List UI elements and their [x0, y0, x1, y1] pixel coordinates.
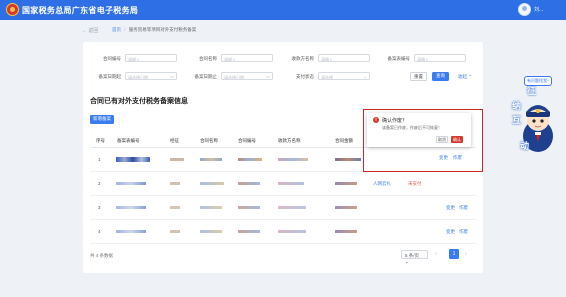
- row-source: 人网云扎: [373, 181, 391, 186]
- redacted-payee: [278, 230, 306, 233]
- popover-title: 确认作废？: [382, 118, 408, 124]
- reset-button[interactable]: 重置: [410, 72, 427, 81]
- col-contract-amount: 合同金额: [335, 138, 353, 143]
- redacted-levy: [170, 206, 180, 209]
- tax-emblem-icon: [6, 3, 19, 16]
- redacted-record-no: [116, 230, 146, 233]
- query-button[interactable]: 查询: [432, 72, 449, 81]
- redacted-record-no: [116, 182, 146, 185]
- filter-label-date-start: 备案日期起: [98, 74, 122, 79]
- section-title: 合同已有对外支付税务备案信息: [90, 98, 188, 105]
- redacted-contract-no: [238, 206, 260, 209]
- filter-label-contract-name: 合同名称: [199, 56, 217, 61]
- table-row: 2 人网云扎 未支付: [90, 172, 476, 196]
- calendar-icon: ▭: [266, 74, 270, 79]
- add-record-button[interactable]: 新增备案: [90, 115, 114, 124]
- mascot-icon[interactable]: [502, 86, 560, 160]
- prev-page-icon[interactable]: ‹: [435, 251, 437, 257]
- col-payee-name: 收款方名称: [278, 138, 301, 143]
- redacted-payee: [278, 158, 308, 161]
- total-count: 共 4 条数据: [90, 253, 114, 258]
- mascot-char: 纳: [512, 101, 522, 111]
- date-start-picker[interactable]: 请选择日期 ▭: [125, 72, 177, 80]
- app-title: 国家税务总局广东省电子税务局: [22, 6, 139, 15]
- col-contract-name: 合同名称: [200, 138, 218, 143]
- redacted-contract-no: [238, 182, 260, 185]
- void-confirm-popover: ! 确认作废？ 该备案已作废，作废后不可恢复！ 取消 确认: [367, 113, 471, 147]
- redacted-amount: [335, 182, 357, 185]
- redacted-contract-no: [238, 158, 262, 161]
- filter-label-pay-status: 支付状态: [296, 74, 314, 79]
- redacted-amount: [335, 206, 357, 209]
- mascot-char: 互: [512, 115, 522, 125]
- row-index: 2: [98, 181, 101, 186]
- page-size-select[interactable]: 5 条/页 ⌄: [401, 250, 428, 264]
- change-link[interactable]: 变更: [446, 205, 455, 211]
- col-contract-no: 合同编号: [238, 138, 256, 143]
- redacted-payee: [278, 182, 304, 185]
- void-link[interactable]: 作废: [459, 229, 468, 235]
- date-end-placeholder: 请选择日期: [224, 74, 244, 80]
- redacted-record-no: [116, 157, 150, 162]
- date-start-placeholder: 请选择日期: [128, 74, 148, 80]
- popover-confirm-button[interactable]: 确认: [451, 136, 463, 143]
- next-page-icon[interactable]: ›: [465, 251, 467, 257]
- redacted-levy: [170, 230, 180, 233]
- mascot-char: 动: [520, 141, 530, 151]
- filter-label-record-no: 备案表编号: [387, 56, 411, 61]
- redacted-amount: [335, 230, 357, 233]
- col-index: 序号: [96, 138, 105, 143]
- redacted-contract-name: [200, 206, 222, 209]
- breadcrumb-separator: /: [124, 27, 126, 32]
- chevron-down-icon: ⌄: [363, 74, 367, 79]
- breadcrumb-home[interactable]: 首页: [112, 27, 121, 32]
- pay-status-select[interactable]: 请选择 ⌄: [318, 72, 370, 80]
- mascot-char: 征: [527, 86, 537, 96]
- breadcrumb: 首页 / 服务贸易等项目对外支付税务备案: [112, 27, 196, 33]
- warning-icon: !: [373, 117, 379, 123]
- redacted-contract-name: [200, 230, 222, 233]
- change-link[interactable]: 变更: [446, 229, 455, 235]
- row-index: 4: [98, 229, 101, 234]
- top-header: 国家税务总局广东省电子税务局 刘...: [0, 0, 566, 20]
- user-avatar-icon[interactable]: [518, 3, 531, 16]
- contract-name-input[interactable]: 请输入: [221, 54, 273, 62]
- void-link[interactable]: 作废: [459, 205, 468, 211]
- calendar-icon: ▭: [170, 74, 174, 79]
- redacted-levy: [170, 182, 180, 185]
- popover-message: 该备案已作废，作废后不可恢复！: [382, 125, 442, 130]
- redacted-record-no: [116, 206, 146, 209]
- col-record-no: 备案表编号: [117, 138, 140, 143]
- page-number-current[interactable]: 1: [449, 249, 459, 259]
- filter-label-contract-no: 合同编号: [103, 56, 121, 61]
- table-row: 4 变更 作废: [90, 220, 476, 244]
- collapse-filters-button[interactable]: 收起 ⌃: [454, 72, 476, 81]
- payee-name-input[interactable]: 请输入: [318, 54, 370, 62]
- filter-label-payee-name: 收款方名称: [291, 56, 315, 61]
- redacted-contract-name: [200, 182, 224, 185]
- popover-cancel-button[interactable]: 取消: [436, 136, 448, 143]
- user-name[interactable]: 刘...: [534, 6, 543, 13]
- row-index: 3: [98, 205, 101, 210]
- col-levy: 经征: [170, 138, 179, 143]
- back-link[interactable]: ← 返回: [82, 27, 98, 34]
- redacted-levy: [170, 158, 184, 161]
- record-no-input[interactable]: 请输入: [414, 54, 466, 62]
- row-index: 1: [98, 157, 101, 162]
- date-end-picker[interactable]: 请选择日期 ▭: [221, 72, 273, 80]
- filter-label-date-end: 备案日期止: [194, 74, 218, 79]
- redacted-payee: [278, 206, 306, 209]
- breadcrumb-current: 服务贸易等项目对外支付税务备案: [128, 27, 197, 32]
- contract-no-input[interactable]: 请输入: [125, 54, 177, 62]
- pay-status-badge: 未支付: [408, 181, 422, 186]
- redacted-amount: [335, 158, 361, 161]
- redacted-contract-no: [238, 230, 260, 233]
- table-row: 3 变更 作废: [90, 196, 476, 220]
- pay-status-placeholder: 请选择: [321, 74, 333, 80]
- redacted-contract-name: [200, 158, 222, 161]
